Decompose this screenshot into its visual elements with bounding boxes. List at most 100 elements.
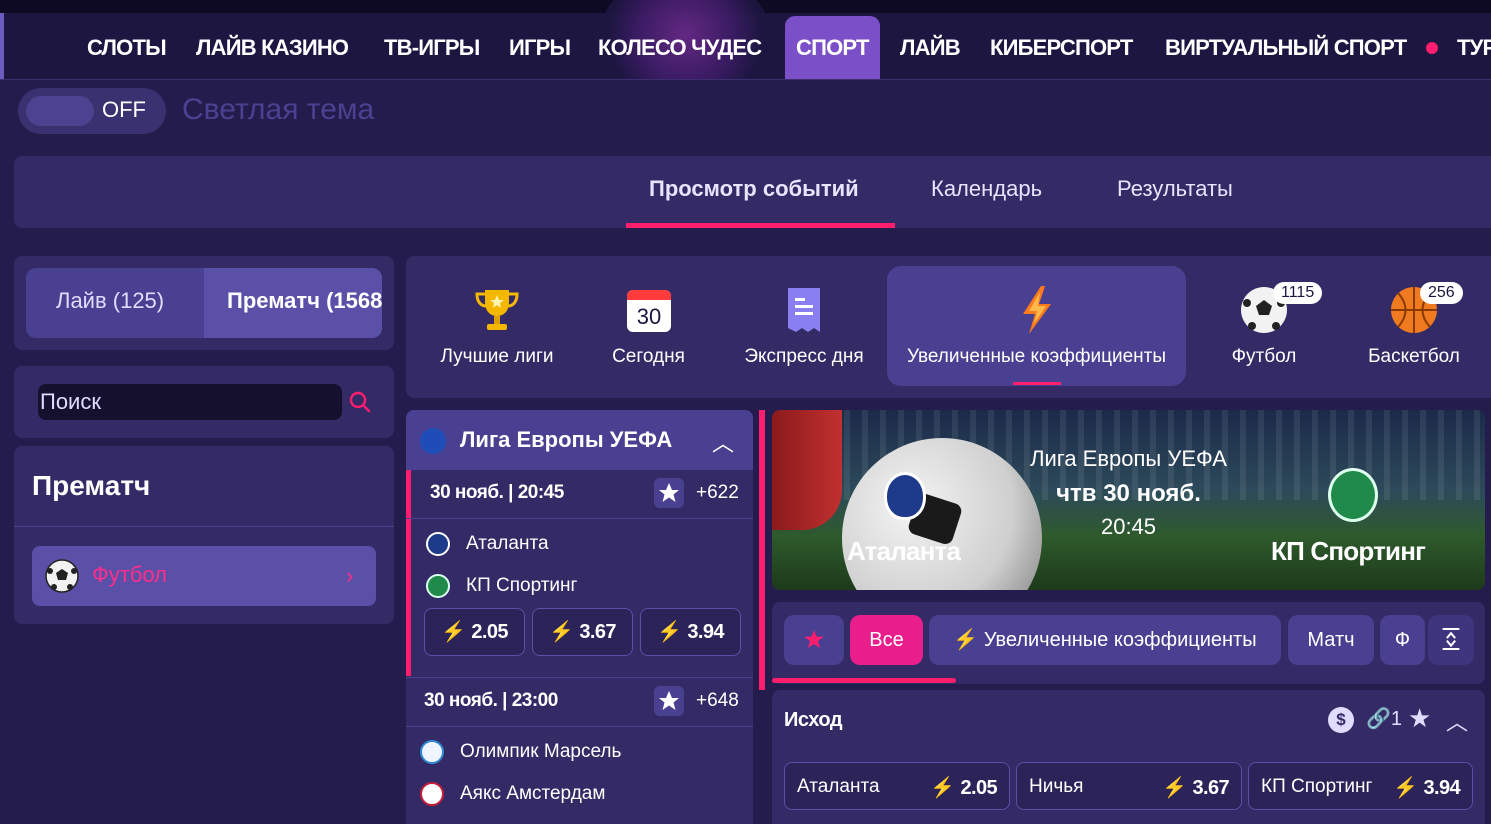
nav-live[interactable]: ЛАЙВ <box>900 16 961 79</box>
favorites-filter-button[interactable] <box>784 615 844 665</box>
odd-button-home[interactable]: ⚡ 2.05 <box>424 608 525 656</box>
category-basketball[interactable]: 256 Баскетбол <box>1346 256 1482 398</box>
tab-calendar[interactable]: Календарь <box>931 176 1042 202</box>
lightning-icon: ⚡ <box>930 777 955 799</box>
banner-league: Лига Европы УЕФА <box>1030 446 1227 471</box>
more-markets-count[interactable]: +622 <box>696 482 739 504</box>
nav-games[interactable]: ИГРЫ <box>509 16 571 79</box>
lightning-icon: ⚡ <box>549 621 574 643</box>
outcome-market: Исход $ 🔗1 ★ ︿ Аталанта ⚡ 2.05 Ничья ⚡ 3.6… <box>772 690 1485 824</box>
nav-esports[interactable]: КИБЕРСПОРТ <box>990 16 1133 79</box>
divider <box>406 518 753 519</box>
star-icon <box>804 630 824 648</box>
market-filter-bar: Все ⚡ Увеличенные коэффициенты Матч Ф <box>772 602 1485 684</box>
category-label: Баскетбол <box>1368 346 1460 367</box>
outcome-odd: ⚡ 2.05 <box>930 777 997 799</box>
count-badge: 1115 <box>1273 282 1323 304</box>
category-express[interactable]: Экспресс дня <box>731 256 877 398</box>
category-top-leagues[interactable]: Лучшие лиги <box>428 256 566 398</box>
filter-all[interactable]: Все <box>850 615 923 665</box>
tab-events[interactable]: Просмотр событий <box>649 176 859 202</box>
lightning-icon: ⚡ <box>1162 777 1187 799</box>
dollar-icon[interactable]: $ <box>1328 707 1354 733</box>
filter-scroll-indicator <box>772 678 956 683</box>
nav-live-casino[interactable]: ЛАЙВ КАЗИНО <box>196 16 349 79</box>
lightning-icon: ⚡ <box>441 621 466 643</box>
more-markets-count[interactable]: +648 <box>696 690 739 712</box>
mode-switch: Лайв (125) Прематч (1568 <box>14 256 394 350</box>
outcome-name: Аталанта <box>797 776 880 797</box>
soccer-ball-icon <box>45 559 79 593</box>
collapse-icon <box>1442 628 1460 650</box>
atalanta-crest-icon <box>426 532 450 556</box>
category-label: Футбол <box>1231 346 1297 367</box>
favorite-star-icon[interactable] <box>654 478 684 508</box>
view-tabs: Просмотр событий Календарь Результаты <box>14 156 1491 228</box>
nav-tournaments[interactable]: ТУР <box>1457 16 1491 79</box>
collapse-all-button[interactable] <box>1428 615 1474 665</box>
outcome-home-button[interactable]: Аталанта ⚡ 2.05 <box>784 762 1010 810</box>
lightning-icon: ⚡ <box>657 621 682 643</box>
mode-prematch-button[interactable]: Прематч (1568 <box>204 268 382 338</box>
outcome-draw-button[interactable]: Ничья ⚡ 3.67 <box>1016 762 1242 810</box>
event-card[interactable]: 30 нояб. | 20:45 +622 Аталанта КП Спорти… <box>406 470 753 676</box>
nav-virtual-sport[interactable]: ВИРТУАЛЬНЫЙ СПОРТ <box>1165 16 1407 79</box>
odd-button-away[interactable]: ⚡ 3.94 <box>640 608 741 656</box>
count-badge: 256 <box>1420 282 1463 304</box>
outcome-odd: ⚡ 3.94 <box>1393 777 1460 799</box>
category-football[interactable]: 1115 Футбол <box>1206 256 1323 398</box>
category-today[interactable]: 30 Сегодня <box>586 256 711 398</box>
category-label: Увеличенные коэффициенты <box>906 346 1167 367</box>
nav-edge <box>0 13 4 79</box>
filter-match[interactable]: Матч <box>1288 615 1374 665</box>
outcome-name: Ничья <box>1029 776 1084 797</box>
sidebar-item-label: Футбол <box>92 562 167 587</box>
trophy-icon <box>475 290 519 330</box>
home-team: Олимпик Марсель <box>420 740 621 764</box>
eu-flag-icon <box>420 428 446 454</box>
match-banner: Лига Европы УЕФА чтв 30 нояб. 20:45 Атал… <box>772 410 1485 590</box>
divider <box>14 526 394 527</box>
nav-sport[interactable]: СПОРТ <box>785 16 880 79</box>
search-icon[interactable] <box>349 391 371 413</box>
outcome-odd: ⚡ 3.67 <box>1162 777 1229 799</box>
theme-toggle[interactable]: OFF <box>18 88 166 134</box>
nav-slots[interactable]: СЛОТЫ <box>87 16 167 79</box>
outcome-name: КП Спортинг <box>1261 776 1373 797</box>
selected-indicator <box>406 470 411 676</box>
category-label: Сегодня <box>612 346 685 367</box>
top-navigation: СЛОТЫ ЛАЙВ КАЗИНО ТВ-ИГРЫ ИГРЫ КОЛЕСО ЧУ… <box>0 0 1491 80</box>
chevron-up-icon[interactable]: ︿ <box>1446 705 1468 737</box>
odd-button-draw[interactable]: ⚡ 3.67 <box>532 608 633 656</box>
outcome-away-button[interactable]: КП Спортинг ⚡ 3.94 <box>1248 762 1473 810</box>
nav-wheel-of-fortune[interactable]: КОЛЕСО ЧУДЕС <box>598 16 762 79</box>
home-team: Аталанта <box>426 532 549 556</box>
link-count[interactable]: 🔗1 <box>1366 706 1402 731</box>
mode-live-button[interactable]: Лайв (125) <box>56 288 164 314</box>
search-panel <box>14 366 394 438</box>
category-boosted-odds[interactable]: Увеличенные коэффициенты <box>887 256 1186 398</box>
category-bar: Лучшие лиги 30 Сегодня Экспресс дня Увел… <box>406 256 1491 398</box>
search-input[interactable] <box>38 384 342 420</box>
sidebar-item-football[interactable]: Футбол › <box>32 546 376 606</box>
league-header[interactable]: Лига Европы УЕФА ︿ <box>406 410 753 470</box>
filter-more[interactable]: Ф <box>1380 615 1425 665</box>
event-date: 30 нояб. | 23:00 <box>424 690 558 711</box>
nav-tv-games[interactable]: ТВ-ИГРЫ <box>384 16 480 79</box>
calendar-icon: 30 <box>626 290 671 332</box>
scroll-indicator <box>759 410 765 690</box>
toggle-state: OFF <box>102 97 146 122</box>
chevron-up-icon[interactable]: ︿ <box>712 426 734 458</box>
banner-date: чтв 30 нояб. <box>1056 480 1201 507</box>
favorite-star-icon[interactable]: ★ <box>1408 703 1431 734</box>
away-team: КП Спортинг <box>426 574 577 598</box>
favorite-star-icon[interactable] <box>654 686 684 716</box>
filter-boosted-odds[interactable]: ⚡ Увеличенные коэффициенты <box>929 615 1281 665</box>
lightning-icon: ⚡ <box>1393 777 1418 799</box>
event-card[interactable]: 30 нояб. | 23:00 +648 Олимпик Марсель Ая… <box>406 677 753 824</box>
tab-results[interactable]: Результаты <box>1117 176 1233 202</box>
prematch-sports-panel: Прематч Футбол › <box>14 446 394 624</box>
lightning-icon: ⚡ <box>953 629 984 651</box>
sporting-crest-icon <box>426 574 450 598</box>
prematch-title: Прематч <box>32 470 151 501</box>
